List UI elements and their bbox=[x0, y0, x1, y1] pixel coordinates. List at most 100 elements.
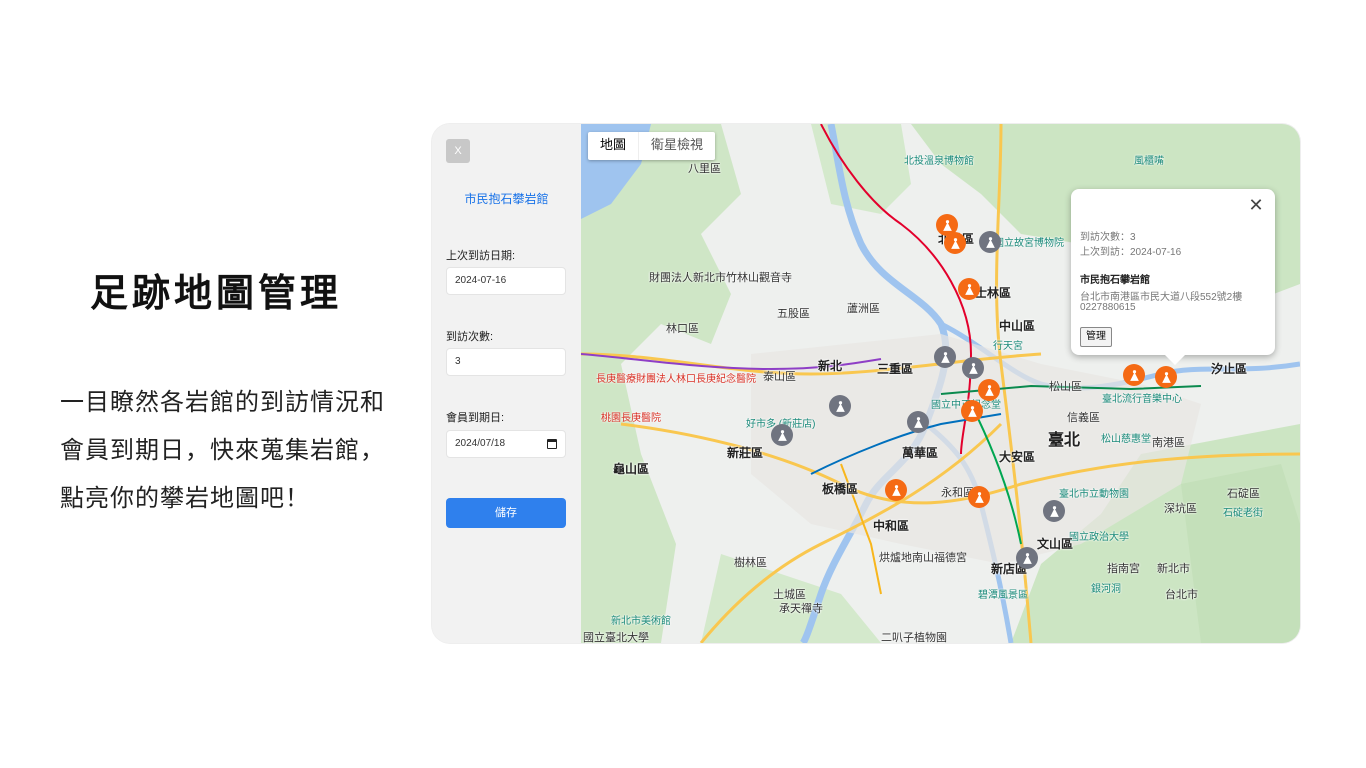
label-music-center: 臺北流行音樂中心 bbox=[1102, 394, 1182, 405]
climbing-icon bbox=[913, 416, 923, 428]
label-banqiao: 板橋區 bbox=[822, 482, 859, 496]
label-yinhe: 銀河洞 bbox=[1091, 584, 1121, 595]
info-gym-name: 市民抱石攀岩館 bbox=[1080, 275, 1150, 286]
climbing-icon bbox=[891, 484, 901, 496]
gym-marker-visited[interactable] bbox=[961, 400, 983, 422]
close-button[interactable]: X bbox=[446, 139, 470, 163]
label-linkou: 林口區 bbox=[666, 323, 699, 335]
gym-sidebar: X 市民抱石攀岩館 上次到訪日期: 2024-07-16 到訪次數: 3 會員到… bbox=[432, 124, 581, 643]
label-hospital-taoyuan: 桃園長庚醫院 bbox=[601, 413, 661, 424]
climbing-icon bbox=[1022, 552, 1032, 564]
label-sanchong: 三重區 bbox=[877, 362, 914, 376]
label-chengtian: 承天禪寺 bbox=[779, 603, 823, 615]
last-visit-label: 上次到訪日期: bbox=[446, 250, 516, 262]
gym-marker-visited[interactable] bbox=[944, 232, 966, 254]
label-shiding: 石碇區 bbox=[1227, 488, 1260, 500]
label-zhutang: 財團法人新北市竹林山觀音寺 bbox=[649, 272, 792, 284]
info-phone: 0227880615 bbox=[1080, 302, 1136, 313]
gym-marker-visited[interactable] bbox=[885, 479, 907, 501]
gym-marker-visited[interactable] bbox=[1123, 364, 1145, 386]
map-view[interactable]: 地圖 衛星檢視 八里區 北投溫泉博物館 北投區 國立故宮博物院 風櫃嘴 財團法人… bbox=[581, 124, 1300, 643]
gym-marker-visited[interactable] bbox=[958, 278, 980, 300]
membership-expiry-input[interactable]: 2024/07/18 bbox=[446, 430, 566, 458]
gym-marker-unvisited[interactable] bbox=[1016, 547, 1038, 569]
map-type-map[interactable]: 地圖 bbox=[588, 132, 640, 160]
label-guishan: 龜山區 bbox=[613, 462, 650, 476]
label-zhonghe: 中和區 bbox=[873, 519, 910, 533]
climbing-icon bbox=[1129, 369, 1139, 381]
gym-name: 市民抱石攀岩館 bbox=[464, 192, 549, 206]
save-button[interactable]: 儲存 bbox=[446, 498, 566, 528]
label-wenshan: 文山區 bbox=[1037, 537, 1074, 551]
label-beitou-museum: 北投溫泉博物館 bbox=[904, 156, 974, 167]
membership-expiry-label: 會員到期日: bbox=[446, 412, 505, 424]
gym-marker-unvisited[interactable] bbox=[962, 357, 984, 379]
label-taipei: 臺北 bbox=[1048, 432, 1081, 449]
label-songshan: 松山區 bbox=[1049, 381, 1082, 393]
label-shulin: 樹林區 bbox=[734, 557, 767, 569]
map-type-satellite[interactable]: 衛星檢視 bbox=[639, 132, 715, 160]
close-icon[interactable]: ✕ bbox=[1247, 195, 1265, 215]
label-nangang: 南港區 bbox=[1152, 437, 1185, 449]
climbing-icon bbox=[1161, 371, 1171, 383]
label-shenkeng: 深坑區 bbox=[1164, 503, 1197, 515]
label-taishan: 泰山區 bbox=[763, 371, 796, 383]
climbing-icon bbox=[835, 400, 845, 412]
label-palace-museum: 國立故宮博物院 bbox=[994, 238, 1064, 249]
info-address: 台北市南港區市民大道八段552號2樓 bbox=[1080, 292, 1243, 303]
label-art-museum: 新北市美術館 bbox=[611, 616, 671, 627]
label-daan: 大安區 bbox=[999, 450, 1036, 464]
info-last-visit: 上次到訪：2024-07-16 bbox=[1080, 247, 1182, 258]
gym-marker-selected[interactable] bbox=[1155, 366, 1177, 388]
climbing-icon bbox=[964, 283, 974, 295]
label-xinyi: 信義區 bbox=[1067, 412, 1100, 424]
climbing-icon bbox=[984, 384, 994, 396]
label-hospital-linkou: 長庚醫療財團法人林口長庚紀念醫院 bbox=[596, 374, 756, 385]
label-nccu: 國立政治大學 bbox=[1069, 532, 1129, 543]
climbing-icon bbox=[974, 491, 984, 503]
label-fengqi: 風櫃嘴 bbox=[1134, 156, 1164, 167]
label-wugu: 五股區 bbox=[777, 308, 810, 320]
label-erbazi: 二叭子植物園 bbox=[881, 632, 947, 643]
last-visit-input[interactable]: 2024-07-16 bbox=[446, 267, 566, 295]
map-type-control: 地圖 衛星檢視 bbox=[588, 132, 716, 160]
label-xingtian: 行天宮 bbox=[993, 341, 1023, 352]
climbing-icon bbox=[940, 351, 950, 363]
gym-info-window: ✕ 到訪次數：3 上次到訪：2024-07-16 市民抱石攀岩館 台北市南港區市… bbox=[1071, 189, 1275, 365]
gym-marker-unvisited[interactable] bbox=[979, 231, 1001, 253]
label-bitan: 碧潭風景區 bbox=[978, 590, 1028, 601]
climbing-icon bbox=[967, 405, 977, 417]
climbing-icon bbox=[777, 429, 787, 441]
label-hongludi: 烘爐地南山福德宮 bbox=[879, 552, 967, 564]
page-title: 足跡地圖管理 bbox=[90, 271, 343, 315]
gym-marker-unvisited[interactable] bbox=[829, 395, 851, 417]
climbing-icon bbox=[950, 237, 960, 249]
label-xizhi: 汐止區 bbox=[1211, 362, 1248, 376]
label-zoo: 臺北市立動物園 bbox=[1059, 489, 1129, 500]
gym-marker-visited[interactable] bbox=[978, 379, 1000, 401]
label-luzhou: 蘆洲區 bbox=[847, 303, 880, 315]
calendar-icon[interactable] bbox=[547, 439, 557, 449]
label-zhinan: 指南宮 bbox=[1107, 563, 1140, 575]
gym-marker-unvisited[interactable] bbox=[934, 346, 956, 368]
manage-button[interactable]: 管理 bbox=[1080, 327, 1112, 347]
label-xinzhuang: 新莊區 bbox=[727, 446, 764, 460]
label-taibeishi: 台北市 bbox=[1165, 589, 1198, 601]
climbing-icon bbox=[968, 362, 978, 374]
label-zhongshan: 中山區 bbox=[999, 319, 1036, 333]
label-shiding-old: 石碇老街 bbox=[1223, 508, 1263, 519]
climbing-icon bbox=[942, 219, 952, 231]
label-shilin: 士林區 bbox=[975, 286, 1012, 300]
gym-marker-unvisited[interactable] bbox=[1043, 500, 1065, 522]
climbing-icon bbox=[985, 236, 995, 248]
label-songshan-temple: 松山慈惠堂 bbox=[1101, 434, 1151, 445]
gym-marker-visited[interactable] bbox=[968, 486, 990, 508]
visit-count-input[interactable]: 3 bbox=[446, 348, 566, 376]
visit-count-label: 到訪次數: bbox=[446, 331, 494, 343]
gym-marker-unvisited[interactable] bbox=[771, 424, 793, 446]
membership-expiry-value: 2024/07/18 bbox=[455, 438, 506, 449]
gym-marker-unvisited[interactable] bbox=[907, 411, 929, 433]
map-app: X 市民抱石攀岩館 上次到訪日期: 2024-07-16 到訪次數: 3 會員到… bbox=[432, 124, 1300, 643]
label-bali: 八里區 bbox=[688, 163, 721, 175]
label-wanhua: 萬華區 bbox=[902, 446, 939, 460]
